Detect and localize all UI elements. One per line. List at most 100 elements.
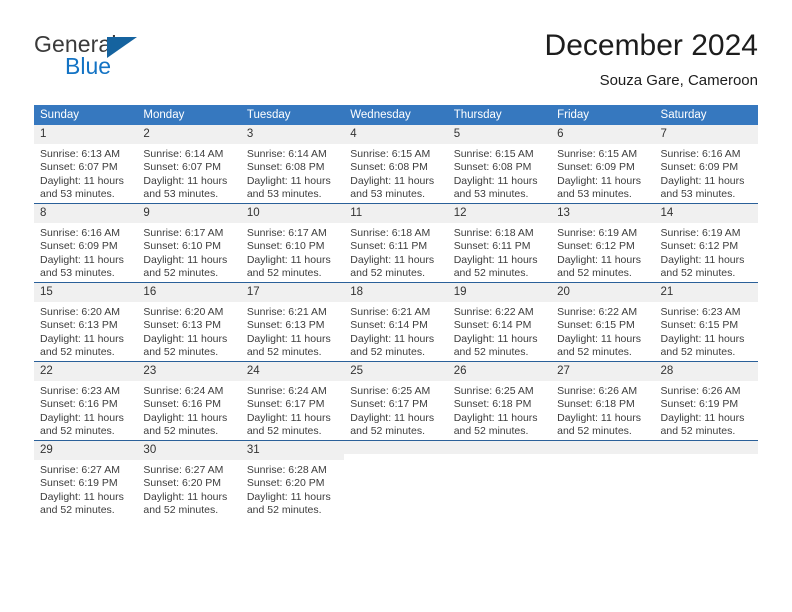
day-details: Sunrise: 6:15 AM Sunset: 6:09 PM Daylight:… xyxy=(551,144,654,202)
day-number: 27 xyxy=(551,362,655,381)
sunset-text: Sunset: 6:11 PM xyxy=(350,240,428,253)
calendar-day-cell[interactable]: 31 Sunrise: 6:28 AM Sunset: 6:20 PM Dayligh… xyxy=(240,440,345,519)
sunset-text: Sunset: 6:11 PM xyxy=(453,240,531,253)
calendar-day-cell[interactable]: 24 Sunrise: 6:24 AM Sunset: 6:17 PM Dayligh… xyxy=(240,361,345,441)
daylight-text: Daylight: 11 hours and 52 minutes. xyxy=(143,411,228,438)
calendar-day-cell[interactable]: 22 Sunrise: 6:23 AM Sunset: 6:16 PM Dayligh… xyxy=(34,361,138,441)
daylight-text: Daylight: 11 hours and 52 minutes. xyxy=(246,253,331,280)
calendar-week-row: 1 Sunrise: 6:13 AM Sunset: 6:07 PM Daylight… xyxy=(34,125,758,204)
day-number: 25 xyxy=(344,362,448,381)
sunset-text: Sunset: 6:09 PM xyxy=(557,161,635,174)
calendar-day-cell[interactable]: 16 Sunrise: 6:20 AM Sunset: 6:13 PM Dayligh… xyxy=(137,282,241,362)
calendar-day-cell[interactable]: 9 Sunrise: 6:17 AM Sunset: 6:10 PM Daylight… xyxy=(137,203,241,283)
calendar-day-cell[interactable]: 19 Sunrise: 6:22 AM Sunset: 6:14 PM Dayligh… xyxy=(447,282,552,362)
calendar-day-cell[interactable]: 15 Sunrise: 6:20 AM Sunset: 6:13 PM Dayligh… xyxy=(34,282,138,362)
sunset-text: Sunset: 6:20 PM xyxy=(143,477,222,490)
daylight-text: Daylight: 11 hours and 52 minutes. xyxy=(143,253,228,280)
day-details: Sunrise: 6:17 AM Sunset: 6:10 PM Daylight:… xyxy=(137,223,240,281)
sunset-text: Sunset: 6:17 PM xyxy=(246,398,325,411)
daylight-text: Daylight: 11 hours and 52 minutes. xyxy=(453,332,538,359)
sunset-text: Sunset: 6:14 PM xyxy=(350,319,428,332)
sunset-text: Sunset: 6:10 PM xyxy=(143,240,222,253)
calendar-day-cell[interactable]: 6 Sunrise: 6:15 AM Sunset: 6:09 PM Daylight… xyxy=(551,125,655,204)
day-number: 19 xyxy=(447,283,552,302)
day-details: Sunrise: 6:23 AM Sunset: 6:16 PM Daylight:… xyxy=(34,381,137,439)
day-number: 14 xyxy=(654,204,758,223)
sunset-text: Sunset: 6:08 PM xyxy=(246,161,325,174)
sunset-text: Sunset: 6:13 PM xyxy=(40,319,118,332)
calendar-day-cell[interactable]: 20 Sunrise: 6:22 AM Sunset: 6:15 PM Dayligh… xyxy=(551,282,655,362)
page-title: December 2024 xyxy=(544,29,758,62)
day-number: 20 xyxy=(551,283,655,302)
sunset-text: Sunset: 6:12 PM xyxy=(557,240,635,253)
day-number xyxy=(551,441,655,454)
sunrise-text: Sunrise: 6:20 AM xyxy=(143,306,224,318)
sunset-text: Sunset: 6:08 PM xyxy=(350,161,428,174)
calendar-week-row: 29 Sunrise: 6:27 AM Sunset: 6:19 PM Dayligh… xyxy=(34,440,758,519)
sunset-text: Sunset: 6:20 PM xyxy=(246,477,325,490)
calendar-day-cell[interactable]: 3 Sunrise: 6:14 AM Sunset: 6:08 PM Daylight… xyxy=(240,125,345,204)
sunrise-text: Sunrise: 6:15 AM xyxy=(350,148,431,160)
day-details: Sunrise: 6:16 AM Sunset: 6:09 PM Daylight:… xyxy=(655,144,758,202)
calendar-day-cell[interactable]: 13 Sunrise: 6:19 AM Sunset: 6:12 PM Dayligh… xyxy=(551,203,655,283)
calendar-day-cell[interactable]: 23 Sunrise: 6:24 AM Sunset: 6:16 PM Dayligh… xyxy=(137,361,241,441)
day-number: 8 xyxy=(34,204,138,223)
day-details: Sunrise: 6:14 AM Sunset: 6:08 PM Daylight:… xyxy=(241,144,344,202)
daylight-text: Daylight: 11 hours and 53 minutes. xyxy=(40,174,124,201)
day-number: 2 xyxy=(137,125,241,144)
day-details: Sunrise: 6:18 AM Sunset: 6:11 PM Daylight:… xyxy=(448,223,551,281)
calendar-day-cell[interactable]: 14 Sunrise: 6:19 AM Sunset: 6:12 PM Dayligh… xyxy=(654,203,758,283)
sunrise-text: Sunrise: 6:21 AM xyxy=(350,306,431,318)
calendar-day-cell[interactable]: 12 Sunrise: 6:18 AM Sunset: 6:11 PM Dayligh… xyxy=(447,203,552,283)
day-details: Sunrise: 6:27 AM Sunset: 6:19 PM Daylight:… xyxy=(34,460,137,518)
sunrise-text: Sunrise: 6:25 AM xyxy=(453,385,534,397)
calendar-day-cell[interactable]: 29 Sunrise: 6:27 AM Sunset: 6:19 PM Dayligh… xyxy=(34,440,138,519)
title-block: December 2024 Souza Gare, Cameroon xyxy=(545,28,758,92)
sunset-text: Sunset: 6:15 PM xyxy=(557,319,635,332)
sunrise-text: Sunrise: 6:15 AM xyxy=(557,148,638,160)
calendar-day-cell[interactable]: 8 Sunrise: 6:16 AM Sunset: 6:09 PM Daylight… xyxy=(34,203,138,283)
sunrise-text: Sunrise: 6:21 AM xyxy=(246,306,327,318)
day-number: 29 xyxy=(34,441,138,460)
day-number: 15 xyxy=(34,283,138,302)
page-header: General Blue December 2024 Souza Gare, C… xyxy=(34,28,758,98)
day-details: Sunrise: 6:20 AM Sunset: 6:13 PM Daylight:… xyxy=(137,302,240,360)
calendar-day-cell[interactable]: 28 Sunrise: 6:26 AM Sunset: 6:19 PM Dayligh… xyxy=(654,361,758,441)
daylight-text: Daylight: 11 hours and 52 minutes. xyxy=(40,490,124,517)
calendar-day-cell[interactable]: 30 Sunrise: 6:27 AM Sunset: 6:20 PM Dayligh… xyxy=(137,440,241,519)
calendar-day-cell[interactable]: 11 Sunrise: 6:18 AM Sunset: 6:11 PM Dayligh… xyxy=(344,203,448,283)
calendar-day-cell[interactable]: 25 Sunrise: 6:25 AM Sunset: 6:17 PM Dayligh… xyxy=(344,361,448,441)
calendar-day-cell[interactable]: 7 Sunrise: 6:16 AM Sunset: 6:09 PM Daylight… xyxy=(654,125,758,204)
daylight-text: Daylight: 11 hours and 52 minutes. xyxy=(660,253,745,280)
daylight-text: Daylight: 11 hours and 52 minutes. xyxy=(350,411,435,438)
calendar-day-cell[interactable]: 5 Sunrise: 6:15 AM Sunset: 6:08 PM Daylight… xyxy=(447,125,552,204)
sunset-text: Sunset: 6:17 PM xyxy=(350,398,428,411)
general-blue-logo[interactable]: General Blue xyxy=(34,32,214,88)
calendar-day-cell[interactable]: 21 Sunrise: 6:23 AM Sunset: 6:15 PM Dayligh… xyxy=(654,282,758,362)
calendar-page: General Blue December 2024 Souza Gare, C… xyxy=(0,0,792,612)
day-number: 11 xyxy=(344,204,448,223)
calendar-empty-cell xyxy=(447,440,552,519)
sunset-text: Sunset: 6:15 PM xyxy=(660,319,739,332)
sunset-text: Sunset: 6:14 PM xyxy=(453,319,532,332)
calendar-day-cell[interactable]: 27 Sunrise: 6:26 AM Sunset: 6:18 PM Dayligh… xyxy=(551,361,655,441)
calendar-table: Sunday Monday Tuesday Wednesday Thursday… xyxy=(34,105,758,519)
calendar-day-cell[interactable]: 4 Sunrise: 6:15 AM Sunset: 6:08 PM Daylight… xyxy=(344,125,448,204)
calendar-day-cell[interactable]: 1 Sunrise: 6:13 AM Sunset: 6:07 PM Daylight… xyxy=(34,125,138,204)
daylight-text: Daylight: 11 hours and 52 minutes. xyxy=(246,490,331,517)
day-number: 30 xyxy=(137,441,241,460)
calendar-day-cell[interactable]: 17 Sunrise: 6:21 AM Sunset: 6:13 PM Dayligh… xyxy=(240,282,345,362)
calendar-day-cell[interactable]: 10 Sunrise: 6:17 AM Sunset: 6:10 PM Dayligh… xyxy=(240,203,345,283)
daylight-text: Daylight: 11 hours and 53 minutes. xyxy=(453,174,538,201)
sunrise-text: Sunrise: 6:23 AM xyxy=(660,306,741,318)
sunset-text: Sunset: 6:09 PM xyxy=(660,161,739,174)
calendar-day-cell[interactable]: 2 Sunrise: 6:14 AM Sunset: 6:07 PM Daylight… xyxy=(137,125,241,204)
sunset-text: Sunset: 6:07 PM xyxy=(40,161,118,174)
day-number: 3 xyxy=(240,125,345,144)
daylight-text: Daylight: 11 hours and 52 minutes. xyxy=(557,332,641,359)
sunrise-text: Sunrise: 6:24 AM xyxy=(143,385,224,397)
calendar-day-cell[interactable]: 26 Sunrise: 6:25 AM Sunset: 6:18 PM Dayligh… xyxy=(447,361,552,441)
sunrise-text: Sunrise: 6:14 AM xyxy=(246,148,327,160)
sunset-text: Sunset: 6:18 PM xyxy=(453,398,532,411)
calendar-day-cell[interactable]: 18 Sunrise: 6:21 AM Sunset: 6:14 PM Dayligh… xyxy=(344,282,448,362)
